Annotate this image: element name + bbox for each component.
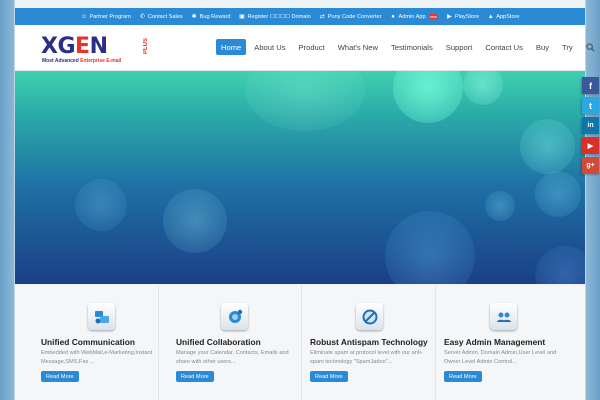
linkedin-icon[interactable]: in [582,117,599,134]
bug-icon: ✱ [191,14,197,20]
feature-description: Server Admin, Domain Admin,User Level an… [444,350,557,365]
feature-description: Manage your Calendar, Contacts, Emails a… [176,350,289,365]
twitter-icon[interactable]: t [582,97,599,114]
partner-icon: ☺ [80,13,88,20]
hero-bubble [520,119,575,174]
topbar-bug-reward-label: Bug Reward [199,13,231,20]
site-header: XGEN PLUS Most Advanced Enterprise E-mai… [15,25,595,71]
nav-whats-new[interactable]: What's New [333,39,383,55]
admin-icon [490,303,517,330]
read-more-button[interactable]: Read More [176,371,214,382]
logo-plus: PLUS [143,38,149,55]
main-nav: Home About Us Product What's New Testimo… [216,39,597,55]
phone-icon: ✆ [139,14,145,20]
nav-home[interactable]: Home [216,39,247,55]
topbar-admin-app[interactable]: ● Admin App new [390,13,438,20]
nav-product[interactable]: Product [294,39,330,55]
appstore-icon: ▲ [487,13,494,20]
topbar-partner-program-label: Partner Program [89,13,131,20]
topbar-playstore-label: PlayStore [454,13,480,20]
logo-tagline: Most Advanced Enterprise E-mail [42,58,122,64]
topbar-partner-program[interactable]: ☺ Partner Program [80,13,131,20]
features-row: Unified Communication Embedded with WebM… [15,285,585,400]
feature-easy-admin: Easy Admin Management Server Admin, Doma… [435,285,586,400]
new-badge: new [428,14,438,19]
nav-contact-us[interactable]: Contact Us [480,39,528,55]
hero-bubble [535,171,581,217]
nav-support[interactable]: Support [441,39,478,55]
feature-title: Unified Communication [41,337,135,347]
communication-icon [88,303,115,330]
hero-bubble [393,71,463,123]
hero-bubble [485,191,515,221]
hero-bubble [245,71,365,131]
logo-wordmark: XGEN [41,34,108,59]
google-plus-icon[interactable]: g+ [582,157,599,174]
topbar-contact-sales-label: Contact Sales [147,13,183,20]
facebook-icon[interactable]: f [582,77,599,94]
hero-bubble [163,189,227,253]
feature-title: Robust Antispam Technology [310,337,428,347]
search-icon[interactable] [585,41,597,53]
read-more-button[interactable]: Read More [41,371,79,382]
feature-unified-collaboration: Unified Collaboration Manage your Calend… [158,285,293,400]
feature-description: Eliminate spam at protocol level with ou… [310,350,423,365]
youtube-icon[interactable]: ▶ [582,137,599,154]
topbar-appstore[interactable]: ▲ AppStore [487,13,520,20]
playstore-icon: ▶ [447,14,452,20]
hero-banner [15,71,585,284]
topbar-playstore[interactable]: ▶ PlayStore [446,13,480,21]
topbar-contact-sales[interactable]: ✆ Contact Sales [139,13,183,21]
antispam-icon [356,303,383,330]
topbar-puny-code-converter[interactable]: ⇄ Puny Code Converter [319,13,382,21]
admin-user-icon: ● [391,13,395,20]
xgen-plus-logo[interactable]: XGEN PLUS Most Advanced Enterprise E-mai… [41,36,151,66]
hero-bubble [385,211,475,284]
nav-testimonials[interactable]: Testimonials [386,39,438,55]
read-more-button[interactable]: Read More [310,371,348,382]
feature-description: Embedded with WebMail,e-Marketing,Instan… [41,350,153,365]
topbar-register-domain-label: Register ☐☐☐☐ Domain [247,13,311,20]
feature-title: Easy Admin Management [444,337,546,347]
social-sidebar: f t in ▶ g+ [582,77,600,177]
top-bar: ☺ Partner Program ✆ Contact Sales ✱ Bug … [15,8,585,25]
collaboration-icon [221,303,248,330]
convert-icon: ⇄ [319,14,325,20]
page: ☺ Partner Program ✆ Contact Sales ✱ Bug … [0,0,600,400]
topbar-admin-app-label: Admin App [398,13,426,20]
feature-unified-communication: Unified Communication Embedded with WebM… [15,285,152,400]
topbar-register-domain[interactable]: ▣ Register ☐☐☐☐ Domain [238,13,311,21]
topbar-puny-code-label: Puny Code Converter [327,13,382,20]
hero-bubble [535,246,585,284]
register-icon: ▣ [239,14,245,20]
topbar-appstore-label: AppStore [496,13,520,20]
read-more-button[interactable]: Read More [444,371,482,382]
topbar-bug-reward[interactable]: ✱ Bug Reward [191,13,231,21]
hero-bubble [463,71,503,105]
nav-try[interactable]: Try [557,39,578,55]
hero-bubble [75,179,127,231]
feature-robust-antispam: Robust Antispam Technology Eliminate spa… [301,285,436,400]
feature-title: Unified Collaboration [176,337,261,347]
nav-buy[interactable]: Buy [531,39,554,55]
nav-about-us[interactable]: About Us [249,39,290,55]
